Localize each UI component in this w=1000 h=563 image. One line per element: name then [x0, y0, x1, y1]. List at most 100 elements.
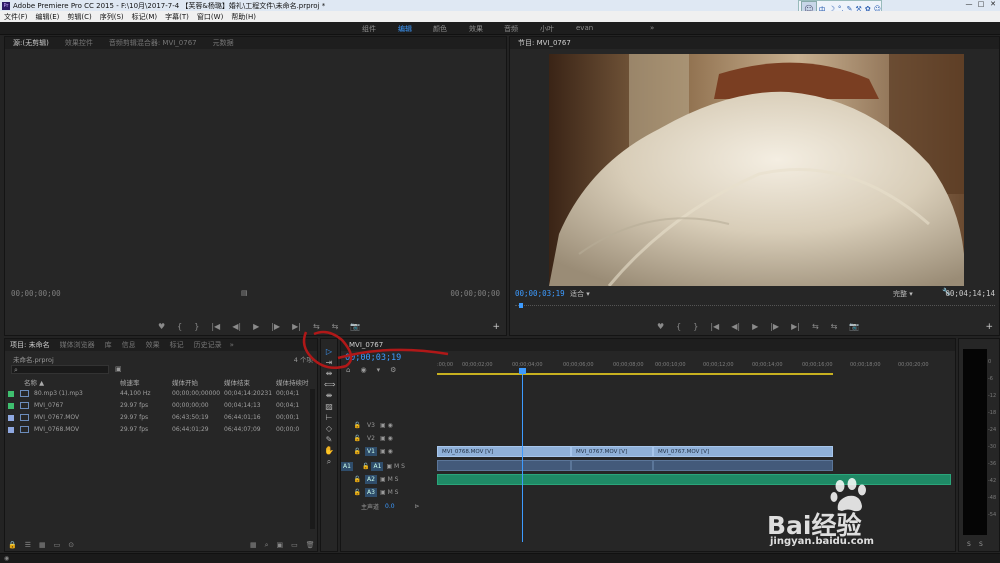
workspace-editing[interactable]: 编辑	[396, 24, 414, 37]
new-item-button[interactable]: ▭	[291, 541, 298, 550]
program-timecode-playhead[interactable]: 00;00;03;19	[515, 289, 565, 298]
track-label-a2[interactable]: A2	[365, 475, 377, 484]
track-label-a1[interactable]: A1	[371, 462, 384, 471]
track-controls[interactable]: ▣ ◉	[380, 435, 393, 442]
label-color-swatch[interactable]	[8, 414, 14, 421]
rolling-edit-tool[interactable]: ⟺	[324, 380, 335, 390]
freeform-view-button[interactable]: ▭	[54, 541, 61, 549]
label-color-swatch[interactable]	[8, 426, 14, 433]
track-controls[interactable]: ▣ M S	[380, 476, 398, 483]
source-timecode-in[interactable]: 00;00;00;00	[11, 289, 61, 298]
icon-view-button[interactable]: ▦	[39, 541, 46, 549]
maximize-button[interactable]: □	[976, 0, 986, 9]
workspace-audio[interactable]: 音频	[504, 24, 518, 34]
tab-info[interactable]: 信息	[117, 340, 141, 350]
program-zoom-select[interactable]: 适合 ▾	[570, 289, 590, 299]
label-color-swatch[interactable]	[8, 402, 14, 409]
clear-button[interactable]: 🗑	[306, 541, 315, 550]
track-controls[interactable]: ▣ M S	[386, 463, 404, 470]
col-frame-rate[interactable]: 帧速率	[120, 377, 172, 387]
audio-clip[interactable]	[571, 460, 653, 471]
slide-tool[interactable]: ◇	[324, 424, 334, 434]
source-go-to-in-button[interactable]: |◀	[211, 322, 220, 331]
menu-file[interactable]: 文件(F)	[0, 12, 32, 22]
track-controls[interactable]: ▣ ◉	[380, 422, 393, 429]
program-quality-select[interactable]: 完整 ▾	[893, 289, 913, 299]
tab-source[interactable]: 源:(无剪辑)	[5, 38, 57, 48]
workspace-effects[interactable]: 效果	[469, 24, 483, 34]
program-button-editor-button[interactable]: +	[985, 322, 993, 332]
slip-tool[interactable]: ⊢	[324, 413, 334, 423]
menu-marker[interactable]: 标记(M)	[128, 12, 162, 22]
video-clip[interactable]: MVI_0767.MOV [V]	[571, 446, 653, 457]
workspace-more-button[interactable]: »	[650, 24, 654, 32]
master-expand-icon[interactable]: ⊳	[415, 503, 420, 510]
source-mark-out-button[interactable]: }	[194, 322, 199, 331]
rate-stretch-tool[interactable]: ⇼	[324, 391, 334, 401]
zoom-slider-icon[interactable]: ⊙	[68, 541, 74, 549]
track-controls[interactable]: ▣ ◉	[380, 448, 393, 455]
program-go-to-out-button[interactable]: ▶|	[791, 322, 800, 331]
source-scale-icon[interactable]: ▤	[241, 289, 248, 297]
program-step-forward-button[interactable]: |▶	[770, 322, 779, 331]
track-lock-icon[interactable]: 🔓	[341, 476, 361, 483]
program-playhead-marker[interactable]	[519, 303, 523, 308]
workspace-xiaoye[interactable]: 小叶	[540, 24, 554, 34]
program-lift-button[interactable]: ⇆	[812, 322, 819, 331]
project-search-input[interactable]: ⌕	[11, 365, 109, 374]
hand-tool[interactable]: ✋	[324, 446, 334, 456]
video-clip[interactable]: MVI_0768.MOV [V]	[437, 446, 571, 457]
video-clip[interactable]: MVI_0767.MOV [V]	[653, 446, 833, 457]
tab-markers[interactable]: 标记	[165, 340, 189, 350]
audio-clip[interactable]	[653, 460, 833, 471]
track-controls[interactable]: ▣ M S	[380, 489, 398, 496]
menu-title[interactable]: 字幕(T)	[161, 12, 193, 22]
track-label-a3[interactable]: A3	[365, 488, 377, 497]
playhead-handle[interactable]	[519, 368, 526, 374]
tab-program[interactable]: 节目: MVI_0767	[510, 38, 579, 48]
track-header-master[interactable]: 主声道 0.0 ⊳	[341, 500, 437, 513]
program-mini-timeline[interactable]	[515, 305, 995, 308]
track-header-v3[interactable]: 🔓 V3 ▣ ◉	[341, 419, 437, 432]
tab-effects[interactable]: 效果	[141, 340, 165, 350]
meter-solo-right-button[interactable]: S	[979, 541, 983, 548]
tab-libraries[interactable]: 库	[100, 340, 117, 350]
work-area-bar[interactable]	[437, 373, 833, 375]
workspace-color[interactable]: 颜色	[433, 24, 447, 34]
menu-window[interactable]: 窗口(W)	[193, 12, 227, 22]
col-media-start[interactable]: 媒体开始	[172, 377, 224, 387]
program-play-button[interactable]: ▶	[752, 322, 758, 331]
tab-history[interactable]: 历史记录	[189, 340, 227, 350]
workspace-evan[interactable]: evan	[576, 24, 593, 32]
track-lock-icon[interactable]: 🔓	[341, 435, 361, 442]
label-color-swatch[interactable]	[8, 390, 14, 397]
project-scrollbar[interactable]	[310, 389, 315, 529]
minimize-button[interactable]: —	[964, 0, 974, 9]
track-header-v1[interactable]: 🔓 V1 ▣ ◉	[341, 445, 437, 458]
tab-metadata[interactable]: 元数据	[205, 38, 242, 48]
tab-effect-controls[interactable]: 效果控件	[57, 38, 101, 48]
new-bin-button[interactable]: ▣	[277, 541, 284, 550]
menu-sequence[interactable]: 序列(S)	[96, 12, 128, 22]
menu-clip[interactable]: 剪辑(C)	[63, 12, 95, 22]
close-button[interactable]: ✕	[988, 0, 998, 9]
tabs-more-button[interactable]: »	[227, 341, 237, 349]
track-lock-icon[interactable]: 🔓	[341, 489, 361, 496]
col-media-duration[interactable]: 媒体持续时	[276, 377, 310, 387]
automate-to-sequence-button[interactable]: ▦	[250, 541, 257, 550]
program-go-to-in-button[interactable]: |◀	[710, 322, 719, 331]
menu-edit[interactable]: 编辑(E)	[32, 12, 64, 22]
track-label-v3[interactable]: V3	[365, 421, 377, 430]
program-export-frame-icon[interactable]: 📷	[849, 322, 859, 331]
timeline-playhead[interactable]	[522, 368, 523, 542]
track-lock-icon[interactable]: 🔓	[362, 463, 369, 470]
workspace-assembly[interactable]: 组件	[362, 24, 376, 34]
tab-media-browser[interactable]: 媒体浏览器	[55, 340, 100, 350]
tab-audio-clip-mixer[interactable]: 音频剪辑混合器: MVI_0767	[101, 38, 205, 48]
program-add-marker-button[interactable]: ♥	[657, 322, 664, 331]
source-step-back-button[interactable]: ◀|	[232, 322, 241, 331]
program-mark-in-button[interactable]: {	[676, 322, 681, 331]
list-view-button[interactable]: ☰	[25, 541, 31, 549]
track-lock-icon[interactable]: 🔓	[341, 422, 361, 429]
audio-clip[interactable]	[437, 460, 571, 471]
